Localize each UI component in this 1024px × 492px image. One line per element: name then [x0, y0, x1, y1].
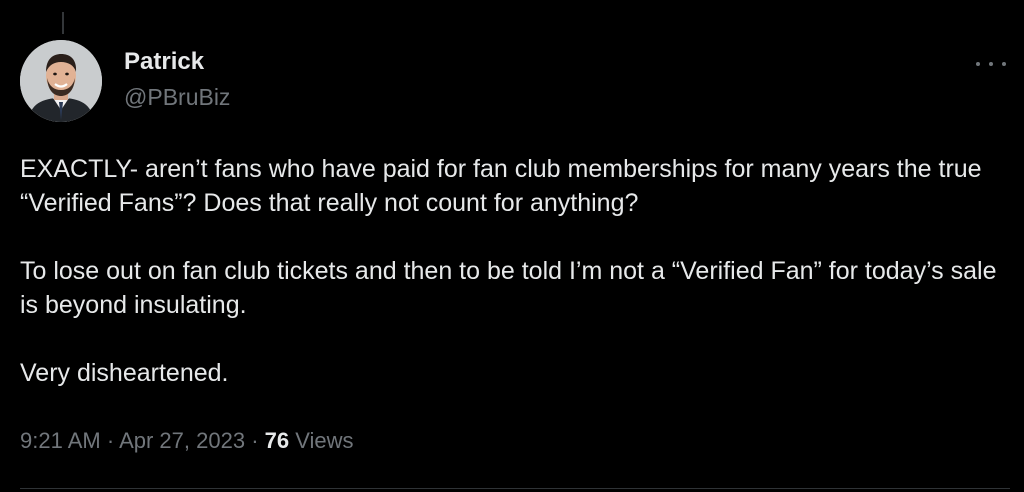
more-horizontal-icon-dot: [989, 62, 993, 66]
author-display-name[interactable]: Patrick: [124, 48, 204, 76]
tweet-metadata: 9:21 AM · Apr 27, 2023 · 76 Views: [20, 428, 354, 454]
tweet-date[interactable]: Apr 27, 2023: [119, 428, 245, 453]
more-options-button[interactable]: [976, 54, 1006, 74]
tweet-paragraph: To lose out on fan club tickets and then…: [20, 257, 997, 319]
author-handle[interactable]: @PBruBiz: [124, 84, 230, 111]
more-horizontal-icon-dot: [1002, 62, 1006, 66]
tweet-paragraph: EXACTLY- aren’t fans who have paid for f…: [20, 155, 982, 217]
views-count[interactable]: 76: [265, 428, 289, 453]
meta-separator: ·: [106, 428, 115, 453]
more-horizontal-icon: [976, 62, 980, 66]
tweet-time[interactable]: 9:21 AM: [20, 428, 101, 453]
views-label: Views: [295, 428, 354, 453]
tweet-header: Patrick @PBruBiz: [20, 40, 1010, 126]
tweet-paragraph: Very disheartened.: [20, 359, 229, 387]
divider: [20, 488, 1010, 489]
meta-separator: ·: [251, 428, 259, 453]
avatar[interactable]: [20, 40, 102, 122]
tweet-text: EXACTLY- aren’t fans who have paid for f…: [20, 152, 1010, 390]
thread-connector-line: [62, 12, 64, 34]
